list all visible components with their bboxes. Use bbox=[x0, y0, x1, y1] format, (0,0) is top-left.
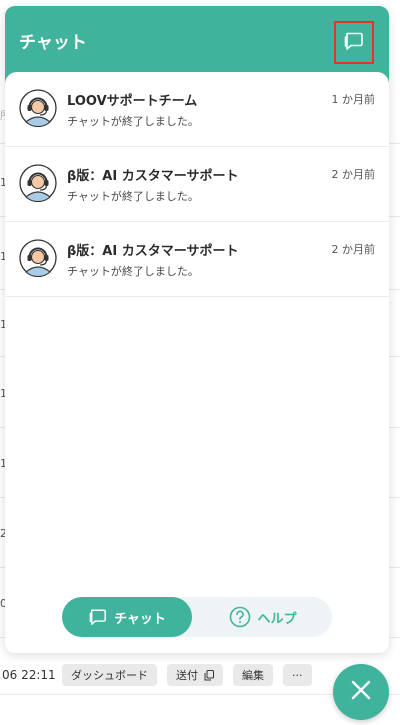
new-chat-button[interactable] bbox=[334, 21, 374, 64]
tab-chat[interactable]: チャット bbox=[62, 597, 192, 637]
edit-button[interactable]: 編集 bbox=[233, 664, 273, 686]
agent-avatar-icon bbox=[19, 89, 57, 128]
dashboard-button[interactable]: ダッシュボード bbox=[62, 664, 157, 686]
widget-tab-bar: チャット ヘルプ bbox=[62, 597, 332, 637]
close-icon bbox=[350, 679, 372, 705]
chat-bubble-icon bbox=[88, 608, 108, 626]
agent-avatar-icon bbox=[19, 239, 57, 278]
widget-title: チャット bbox=[19, 33, 87, 53]
tab-help-label: ヘルプ bbox=[257, 611, 297, 627]
row-datetime: 06 22:11 bbox=[2, 668, 56, 682]
send-button[interactable]: 送付 bbox=[167, 664, 223, 686]
conversation-name: LOOVサポートチーム bbox=[67, 94, 198, 109]
conversation-time: 2 か月前 bbox=[331, 243, 376, 256]
agent-avatar-icon bbox=[19, 164, 57, 203]
conversation-item[interactable]: β版：AI カスタマーサポート チャットが終了しました。 2 か月前 bbox=[5, 222, 389, 297]
tab-chat-label: チャット bbox=[114, 611, 166, 627]
close-widget-button[interactable] bbox=[333, 664, 389, 720]
edit-button-label: 編集 bbox=[242, 669, 264, 682]
tab-help[interactable]: ヘルプ bbox=[194, 597, 332, 637]
more-options-button[interactable]: ··· bbox=[283, 664, 312, 686]
conversation-name: β版：AI カスタマーサポート bbox=[67, 169, 239, 184]
conversation-list: LOOVサポートチーム チャットが終了しました。 1 か月前 β版：AI カスタ… bbox=[5, 72, 389, 653]
chat-widget-panel: チャット LOOVサポートチーム チャットが終了しました。 1 か月前 β版：A… bbox=[5, 6, 389, 653]
conversation-preview: チャットが終了しました。 bbox=[67, 265, 199, 278]
question-circle-icon bbox=[229, 606, 251, 628]
conversation-preview: チャットが終了しました。 bbox=[67, 115, 199, 128]
conversation-item[interactable]: β版：AI カスタマーサポート チャットが終了しました。 2 か月前 bbox=[5, 147, 389, 222]
more-options-label: ··· bbox=[292, 668, 303, 682]
dashboard-button-label: ダッシュボード bbox=[71, 669, 148, 682]
conversation-time: 1 か月前 bbox=[331, 93, 376, 106]
send-button-label: 送付 bbox=[176, 669, 198, 682]
conversation-time: 2 か月前 bbox=[331, 168, 376, 181]
conversation-item[interactable]: LOOVサポートチーム チャットが終了しました。 1 か月前 bbox=[5, 72, 389, 147]
chat-bubble-icon bbox=[343, 31, 365, 55]
conversation-preview: チャットが終了しました。 bbox=[67, 190, 199, 203]
copy-icon bbox=[204, 669, 214, 681]
conversation-name: β版：AI カスタマーサポート bbox=[67, 244, 239, 259]
